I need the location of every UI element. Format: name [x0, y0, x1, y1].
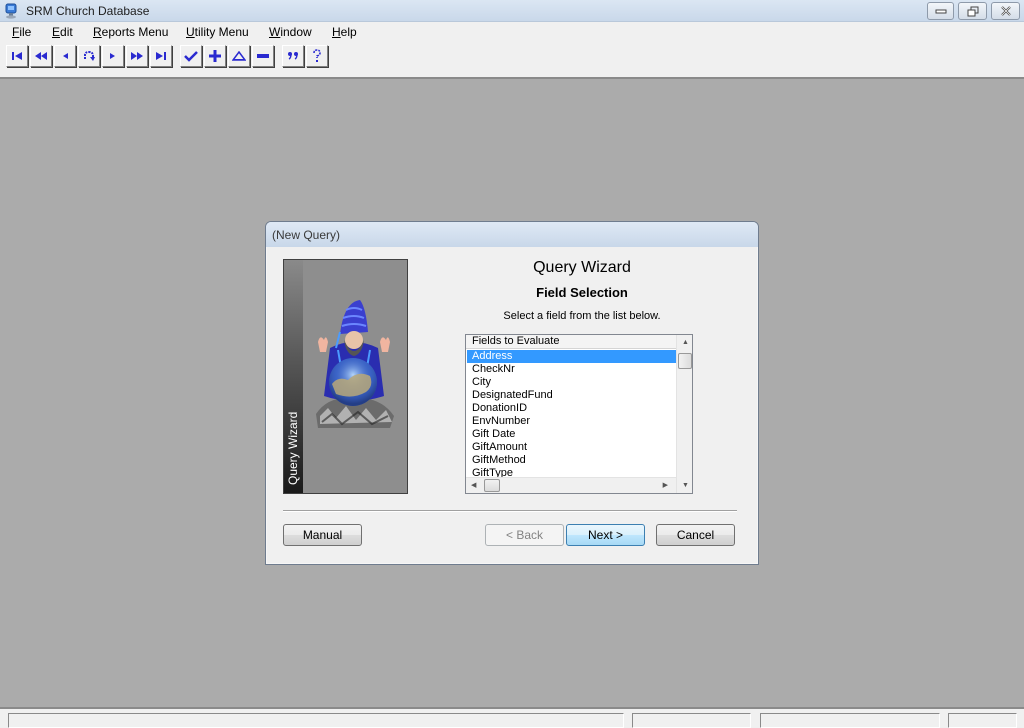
menu-utility-accel: U — [186, 25, 195, 39]
menu-bar: File Edit Reports Menu Utility Menu Wind… — [0, 22, 1024, 42]
status-panel-4 — [948, 713, 1017, 728]
fields-listbox[interactable]: Fields to Evaluate Address CheckNr City Des… — [465, 334, 693, 494]
field-list-item[interactable]: EnvNumber — [467, 415, 676, 428]
last-record-icon — [154, 51, 168, 61]
add-button[interactable] — [204, 45, 226, 67]
menu-window-label: indow — [280, 25, 312, 39]
menu-file[interactable]: File — [12, 25, 31, 39]
window-titlebar: SRM Church Database — [0, 0, 1024, 22]
scroll-left-icon[interactable]: ◀ — [471, 481, 476, 489]
scroll-up-icon[interactable]: ▲ — [682, 339, 689, 346]
vertical-scroll-thumb[interactable] — [678, 353, 692, 369]
scroll-down-icon[interactable]: ▼ — [682, 482, 689, 489]
horizontal-scrollbar[interactable]: ◀ ▶ — [466, 477, 676, 493]
edit-button[interactable] — [228, 45, 250, 67]
vertical-scrollbar[interactable]: ▲ ▼ — [676, 335, 692, 493]
fields-column-header[interactable]: Fields to Evaluate — [466, 335, 676, 349]
wizard-side-label: Query Wizard — [286, 411, 300, 485]
fast-forward-icon — [129, 51, 145, 61]
next-icon — [108, 51, 118, 61]
field-list-item[interactable]: DesignatedFund — [467, 389, 676, 402]
menu-utility[interactable]: Utility Menu — [186, 25, 249, 39]
manual-button[interactable]: Manual — [283, 524, 362, 546]
menu-reports-label: eports Menu — [101, 25, 169, 39]
app-icon — [4, 3, 18, 19]
previous-record-button[interactable] — [54, 45, 76, 67]
minimize-button[interactable] — [927, 2, 954, 20]
status-bar — [0, 707, 1024, 728]
first-record-button[interactable] — [6, 45, 28, 67]
triangle-up-icon — [232, 51, 246, 61]
dialog-body: Query Wizard Query Wizard Field Selectio… — [272, 247, 752, 559]
menu-help[interactable]: Help — [332, 25, 357, 39]
menu-window[interactable]: Window — [269, 25, 312, 39]
restore-icon — [967, 6, 979, 17]
previous-icon — [60, 51, 70, 61]
query-wizard-dialog: (New Query) Query Wizard Query Wizard Fi… — [265, 221, 759, 565]
menu-help-accel: H — [332, 25, 341, 39]
wizard-step-title: Field Selection — [536, 285, 628, 300]
field-list-item[interactable]: Gift Date — [467, 428, 676, 441]
menu-file-label: ile — [19, 25, 32, 39]
menu-help-label: elp — [340, 25, 357, 39]
next-button[interactable]: Next > — [566, 524, 645, 546]
field-list-item[interactable]: Address — [467, 350, 676, 363]
close-icon — [1000, 6, 1012, 16]
toolbar — [0, 42, 1024, 78]
wizard-image-panel: Query Wizard — [283, 259, 408, 494]
checkmark-icon — [184, 50, 198, 62]
save-button[interactable] — [180, 45, 202, 67]
close-button[interactable] — [991, 2, 1020, 20]
dialog-titlebar[interactable]: (New Query) — [266, 222, 758, 247]
quote-icon — [287, 51, 299, 61]
minimize-icon — [935, 8, 947, 14]
undo-button[interactable] — [78, 45, 100, 67]
next-record-button[interactable] — [102, 45, 124, 67]
back-button[interactable]: < Back — [485, 524, 564, 546]
status-panel-main — [8, 713, 624, 728]
field-list-item[interactable]: CheckNr — [467, 363, 676, 376]
menu-edit-accel: E — [52, 25, 61, 39]
field-list-item[interactable]: GiftMethod — [467, 454, 676, 467]
fields-list: Address CheckNr City DesignatedFund Donation… — [467, 350, 676, 477]
wizard-heading: Query Wizard — [533, 259, 631, 276]
last-record-button[interactable] — [150, 45, 172, 67]
delete-button[interactable] — [252, 45, 274, 67]
window-title: SRM Church Database — [26, 4, 150, 18]
field-list-item[interactable]: GiftType — [467, 467, 676, 477]
horizontal-scroll-thumb[interactable] — [484, 479, 500, 492]
first-record-icon — [10, 51, 24, 61]
menu-utility-label: tility Menu — [194, 25, 249, 39]
minus-icon — [256, 53, 270, 59]
quote-button[interactable] — [282, 45, 304, 67]
dialog-separator — [283, 510, 737, 512]
field-list-item[interactable]: DonationID — [467, 402, 676, 415]
next-page-button[interactable] — [126, 45, 148, 67]
dialog-title: (New Query) — [272, 228, 341, 242]
plus-icon — [208, 49, 222, 63]
question-icon — [312, 49, 322, 63]
wizard-instruction: Select a field from the list below. — [503, 310, 661, 322]
restore-button[interactable] — [958, 2, 987, 20]
menu-reports-accel: R — [93, 25, 102, 39]
status-panel-3 — [760, 713, 940, 728]
scroll-right-icon[interactable]: ▶ — [663, 481, 668, 489]
menu-window-accel: W — [269, 25, 281, 39]
cancel-button[interactable]: Cancel — [656, 524, 735, 546]
help-button[interactable] — [306, 45, 328, 67]
menu-edit[interactable]: Edit — [52, 25, 73, 39]
wizard-illustration — [308, 296, 398, 439]
field-list-item[interactable]: City — [467, 376, 676, 389]
previous-page-button[interactable] — [30, 45, 52, 67]
rewind-icon — [33, 51, 49, 61]
wizard-side-strip: Query Wizard — [284, 260, 303, 493]
status-panel-2 — [632, 713, 751, 728]
menu-reports[interactable]: Reports Menu — [93, 25, 168, 39]
undo-icon — [83, 50, 95, 62]
field-list-item[interactable]: GiftAmount — [467, 441, 676, 454]
menu-edit-label: dit — [60, 25, 73, 39]
